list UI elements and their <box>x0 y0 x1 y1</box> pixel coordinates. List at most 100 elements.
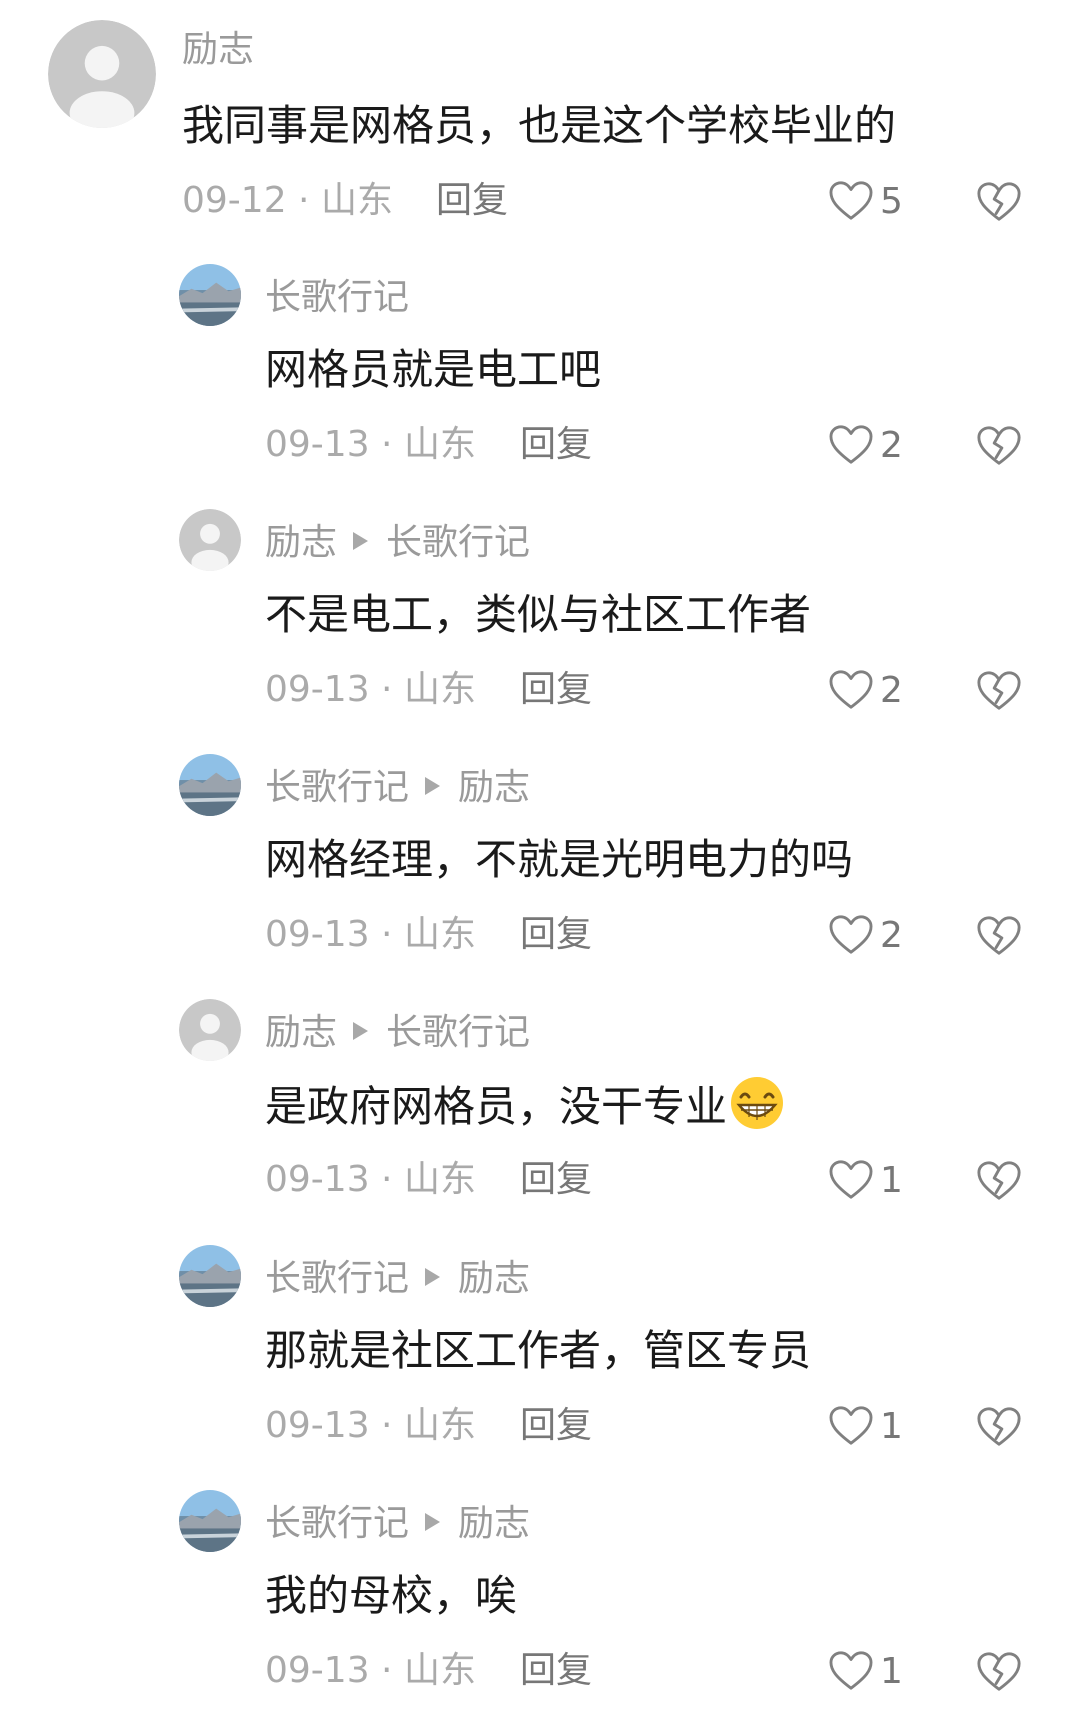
reply-arrow-icon <box>353 1022 369 1040</box>
comment-author-line: 励志 长歌行记 <box>265 1009 530 1057</box>
comment-date: 09-13 <box>265 669 370 710</box>
avatar[interactable] <box>179 509 241 571</box>
comment-location: 山东 <box>320 180 393 221</box>
meta-separator: · <box>369 424 404 465</box>
avatar[interactable] <box>179 264 241 326</box>
comment-meta: 09-13 · 山东 <box>265 1401 476 1451</box>
dislike-button[interactable] <box>976 669 1022 713</box>
dislike-button[interactable] <box>976 914 1022 958</box>
avatar[interactable] <box>179 1245 241 1307</box>
comment-meta: 09-13 · 山东 <box>265 665 476 715</box>
comment-item: 长歌行记 励志 网格经理，不就是光明电力的吗 09-13 · 山东 回复 2 <box>0 754 1074 979</box>
comment-author[interactable]: 长歌行记 <box>265 767 409 808</box>
broken-heart-icon <box>977 1652 1021 1691</box>
broken-heart-icon <box>977 182 1021 221</box>
heart-icon <box>829 181 873 220</box>
broken-heart-icon <box>977 916 1021 955</box>
reply-button[interactable]: 回复 <box>520 1155 592 1205</box>
heart-icon <box>829 1651 873 1690</box>
comment-item: 长歌行记 励志 那就是社区工作者，管区专员 09-13 · 山东 回复 1 <box>0 1245 1074 1470</box>
meta-separator: · <box>286 180 321 221</box>
avatar[interactable] <box>179 754 241 816</box>
reply-button[interactable]: 回复 <box>520 665 592 715</box>
comment-text: 那就是社区工作者，管区专员 <box>265 1326 812 1375</box>
comment-author[interactable]: 长歌行记 <box>265 1503 409 1544</box>
comment-author-line: 励志 <box>182 26 254 74</box>
comment-date: 09-13 <box>265 424 370 465</box>
comment-text: 我同事是网格员，也是这个学校毕业的 <box>182 101 897 150</box>
like-button[interactable]: 2 <box>828 420 903 470</box>
comment-date: 09-13 <box>265 1405 370 1446</box>
broken-heart-icon <box>977 1161 1021 1200</box>
like-button[interactable]: 2 <box>828 910 903 960</box>
broken-heart-icon <box>977 671 1021 710</box>
reply-button[interactable]: 回复 <box>520 420 592 470</box>
like-button[interactable]: 1 <box>828 1646 903 1696</box>
avatar[interactable] <box>48 20 156 128</box>
comment-author[interactable]: 长歌行记 <box>265 1258 409 1299</box>
comment-text: 不是电工，类似与社区工作者 <box>265 590 812 639</box>
heart-icon <box>829 425 873 464</box>
comment-location: 山东 <box>403 1159 476 1200</box>
comment-meta: 09-13 · 山东 <box>265 420 476 470</box>
like-button[interactable]: 1 <box>828 1401 903 1451</box>
dislike-button[interactable] <box>976 424 1022 468</box>
reply-button[interactable]: 回复 <box>520 1646 592 1696</box>
comment-author-line: 长歌行记 励志 <box>265 1255 530 1303</box>
broken-heart-icon <box>977 426 1021 465</box>
broken-heart-icon <box>977 1407 1021 1446</box>
avatar[interactable] <box>179 1490 241 1552</box>
comment-item: 励志 长歌行记 是政府网格员，没干专业 09-13 · 山东 回复 1 <box>0 999 1074 1224</box>
reply-to-author[interactable]: 励志 <box>458 767 530 808</box>
like-button[interactable]: 1 <box>828 1155 903 1205</box>
comment-item: 长歌行记 网格员就是电工吧 09-13 · 山东 回复 2 <box>0 264 1074 489</box>
comment-author[interactable]: 励志 <box>265 522 337 563</box>
comment-author[interactable]: 长歌行记 <box>265 277 409 318</box>
comment-author-line: 长歌行记 励志 <box>265 764 530 812</box>
comment-date: 09-13 <box>265 1159 370 1200</box>
comment-location: 山东 <box>403 1650 476 1691</box>
comment-author-line: 励志 长歌行记 <box>265 519 530 567</box>
comment-date: 09-12 <box>182 180 287 221</box>
comment-item: 励志 我同事是网格员，也是这个学校毕业的 09-12 · 山东 回复 5 <box>0 0 1074 225</box>
comment-location: 山东 <box>403 669 476 710</box>
like-count: 2 <box>880 424 903 466</box>
dislike-button[interactable] <box>976 180 1022 224</box>
like-button[interactable]: 5 <box>828 176 903 226</box>
dislike-button[interactable] <box>976 1650 1022 1694</box>
like-count: 2 <box>880 914 903 956</box>
reply-button[interactable]: 回复 <box>436 176 508 226</box>
heart-icon <box>829 670 873 709</box>
reply-to-author[interactable]: 励志 <box>458 1258 530 1299</box>
comment-meta: 09-13 · 山东 <box>265 1155 476 1205</box>
comment-text: 网格员就是电工吧 <box>265 345 602 394</box>
comment-text: 网格经理，不就是光明电力的吗 <box>265 835 854 884</box>
like-count: 1 <box>880 1159 903 1201</box>
reply-arrow-icon <box>425 777 441 795</box>
dislike-button[interactable] <box>976 1159 1022 1203</box>
comment-location: 山东 <box>403 914 476 955</box>
comment-item: 励志 长歌行记 不是电工，类似与社区工作者 09-13 · 山东 回复 2 <box>0 509 1074 734</box>
like-button[interactable]: 2 <box>828 665 903 715</box>
avatar[interactable] <box>179 999 241 1061</box>
comment-date: 09-13 <box>265 1650 370 1691</box>
dislike-button[interactable] <box>976 1405 1022 1449</box>
comment-text: 是政府网格员，没干专业 <box>265 1075 785 1135</box>
comment-author-line: 长歌行记 励志 <box>265 1500 530 1548</box>
meta-separator: · <box>369 669 404 710</box>
heart-icon <box>829 1160 873 1199</box>
reply-to-author[interactable]: 励志 <box>458 1503 530 1544</box>
reply-to-author[interactable]: 长歌行记 <box>386 522 530 563</box>
like-count: 1 <box>880 1650 903 1692</box>
meta-separator: · <box>369 914 404 955</box>
reply-button[interactable]: 回复 <box>520 910 592 960</box>
comment-text-body: 是政府网格员，没干专业 <box>265 1082 728 1131</box>
reply-button[interactable]: 回复 <box>520 1401 592 1451</box>
reply-to-author[interactable]: 长歌行记 <box>386 1012 530 1053</box>
comment-item: 长歌行记 励志 我的母校，唉 09-13 · 山东 回复 1 <box>0 1490 1074 1715</box>
comment-author[interactable]: 励志 <box>182 29 254 70</box>
like-count: 5 <box>880 180 903 222</box>
comment-location: 山东 <box>403 424 476 465</box>
comment-author[interactable]: 励志 <box>265 1012 337 1053</box>
grinning-face-emoji <box>731 1077 784 1129</box>
